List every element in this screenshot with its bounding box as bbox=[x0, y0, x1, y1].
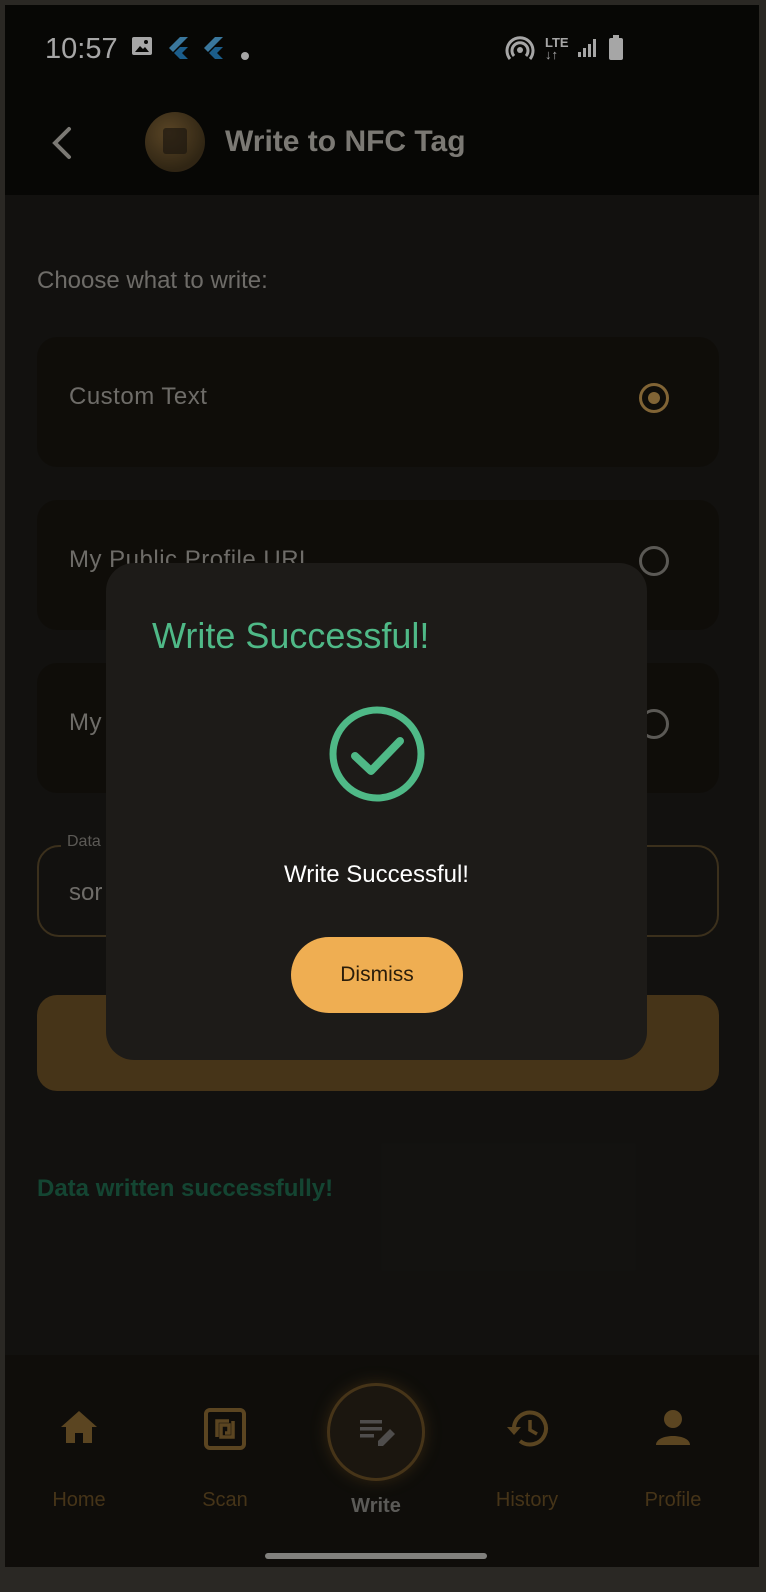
dismiss-button[interactable]: Dismiss bbox=[291, 937, 463, 1013]
dialog-message: Write Successful! bbox=[284, 861, 469, 888]
dismiss-label: Dismiss bbox=[340, 963, 414, 986]
dialog-title: Write Successful! bbox=[152, 615, 430, 656]
check-circle-icon bbox=[328, 705, 426, 808]
phone-screen: 10:57 LTE ↓↑ Write to NFC Tag Choose wha… bbox=[5, 5, 759, 1567]
success-dialog: Write Successful! Write Successful! Dism… bbox=[106, 563, 647, 1060]
